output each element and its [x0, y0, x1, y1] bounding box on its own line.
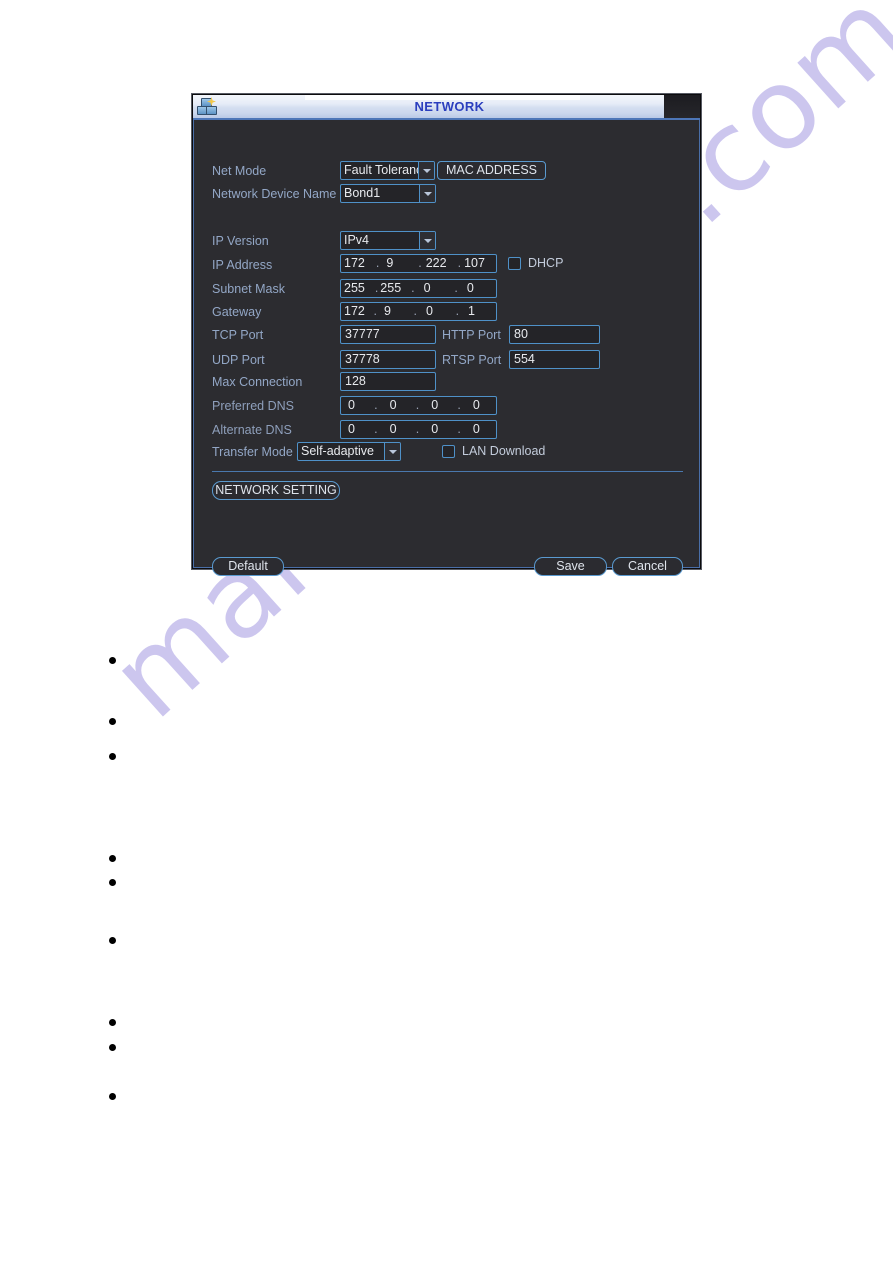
gateway-input[interactable]: 172 . 9 . 0 . 1 [340, 302, 497, 321]
net-mode-row: Net Mode [212, 161, 340, 180]
preferred-dns-input[interactable]: 0 . 0 . 0 . 0 [340, 396, 497, 415]
gateway-row: Gateway [212, 302, 340, 321]
network-device-name-select[interactable]: Bond1 [340, 184, 436, 203]
network-settings-dialog: NETWORK Net Mode Fault Toleranc MAC ADDR… [192, 94, 701, 576]
alternate-dns-row: Alternate DNS [212, 420, 340, 439]
tcp-port-label: TCP Port [212, 327, 264, 342]
alternate-dns-octet-2: 0 [389, 422, 397, 436]
gateway-octet-1: 172 [344, 304, 365, 318]
ip-address-octet-2: 9 [386, 256, 394, 270]
dhcp-checkbox[interactable] [508, 256, 521, 270]
http-port-input[interactable]: 80 [509, 325, 600, 344]
subnet-mask-label: Subnet Mask [212, 281, 285, 296]
net-mode-label: Net Mode [212, 163, 267, 178]
net-mode-value: Fault Toleranc [344, 163, 418, 177]
list-item [109, 879, 116, 886]
network-device-name-label: Network Device Name [212, 186, 337, 201]
ip-address-octet-1: 172 [344, 256, 365, 270]
list-item [109, 855, 116, 862]
http-port-row: HTTP Port [442, 325, 501, 344]
cancel-button[interactable]: Cancel [612, 557, 683, 576]
dhcp-label: DHCP [528, 256, 564, 270]
ip-address-label: IP Address [212, 257, 273, 272]
chevron-down-icon[interactable] [418, 162, 434, 179]
http-port-label: HTTP Port [442, 327, 501, 342]
preferred-dns-label: Preferred DNS [212, 398, 294, 413]
alternate-dns-octet-4: 0 [472, 422, 480, 436]
lan-download-checkbox[interactable] [442, 444, 455, 458]
network-device-name-value: Bond1 [344, 186, 381, 200]
alternate-dns-octet-3: 0 [431, 422, 439, 436]
network-device-name-row: Network Device Name [212, 184, 340, 203]
default-button[interactable]: Default [212, 557, 284, 576]
subnet-mask-octet-4: 0 [466, 281, 474, 295]
gateway-octet-4: 1 [468, 304, 475, 318]
alternate-dns-input[interactable]: 0 . 0 . 0 . 0 [340, 420, 497, 439]
preferred-dns-octet-1: 0 [348, 398, 355, 412]
udp-port-label: UDP Port [212, 352, 265, 367]
gateway-octet-2: 9 [384, 304, 391, 318]
udp-port-row: UDP Port [212, 350, 340, 369]
transfer-mode-select[interactable]: Self-adaptive [297, 442, 401, 461]
subnet-mask-row: Subnet Mask [212, 279, 340, 298]
list-item [109, 937, 116, 944]
transfer-mode-value: Self-adaptive [301, 444, 374, 458]
udp-port-input[interactable]: 37778 [340, 350, 436, 369]
ip-address-input[interactable]: 172 . 9 . 222 . 107 [340, 254, 497, 273]
lan-download-label: LAN Download [462, 444, 546, 458]
ip-version-select[interactable]: IPv4 [340, 231, 436, 250]
subnet-mask-octet-2: 255 [380, 281, 402, 295]
subnet-mask-octet-3: 0 [423, 281, 431, 295]
ip-version-row: IP Version [212, 231, 340, 250]
network-computers-icon [197, 97, 219, 116]
dialog-title: NETWORK [414, 99, 485, 114]
max-connection-label: Max Connection [212, 374, 303, 389]
preferred-dns-octet-3: 0 [431, 398, 439, 412]
tcp-port-row: TCP Port [212, 325, 340, 344]
list-item [109, 1093, 116, 1100]
ip-version-value: IPv4 [344, 233, 370, 247]
alternate-dns-label: Alternate DNS [212, 422, 292, 437]
chevron-down-icon[interactable] [384, 443, 400, 460]
network-setting-button[interactable]: NETWORK SETTING [212, 481, 340, 500]
ip-address-row: IP Address [212, 255, 340, 274]
transfer-mode-label: Transfer Mode [212, 444, 293, 459]
ip-address-octet-4: 107 [464, 256, 485, 270]
rtsp-port-label: RTSP Port [442, 352, 502, 367]
transfer-mode-row: Transfer Mode [212, 442, 293, 461]
gateway-octet-3: 0 [426, 304, 433, 318]
ip-address-octet-3: 222 [425, 256, 447, 270]
tcp-port-input[interactable]: 37777 [340, 325, 436, 344]
ip-version-label: IP Version [212, 233, 269, 248]
mac-address-button[interactable]: MAC ADDRESS [437, 161, 546, 180]
preferred-dns-octet-2: 0 [389, 398, 397, 412]
rtsp-port-input[interactable]: 554 [509, 350, 600, 369]
max-connection-input[interactable]: 128 [340, 372, 436, 391]
net-mode-select[interactable]: Fault Toleranc [340, 161, 435, 180]
alternate-dns-octet-1: 0 [348, 422, 355, 436]
subnet-mask-input[interactable]: 255 . 255 . 0 . 0 [340, 279, 497, 298]
rtsp-port-row: RTSP Port [442, 350, 501, 369]
list-item [109, 753, 116, 760]
dialog-titlebar: NETWORK [193, 95, 700, 120]
list-item [109, 718, 116, 725]
dhcp-checkbox-group[interactable]: DHCP [508, 256, 563, 270]
max-connection-row: Max Connection [212, 372, 340, 391]
list-item [109, 1044, 116, 1051]
list-item [109, 657, 116, 664]
chevron-down-icon[interactable] [419, 232, 435, 249]
dialog-body: Net Mode Fault Toleranc MAC ADDRESS Netw… [193, 120, 700, 576]
lan-download-checkbox-group[interactable]: LAN Download [442, 444, 545, 458]
chevron-down-icon[interactable] [419, 185, 435, 202]
section-divider [212, 471, 683, 472]
gateway-label: Gateway [212, 304, 262, 319]
subnet-mask-octet-1: 255 [344, 281, 365, 295]
list-item [109, 1019, 116, 1026]
save-button[interactable]: Save [534, 557, 607, 576]
preferred-dns-row: Preferred DNS [212, 396, 340, 415]
preferred-dns-octet-4: 0 [472, 398, 480, 412]
